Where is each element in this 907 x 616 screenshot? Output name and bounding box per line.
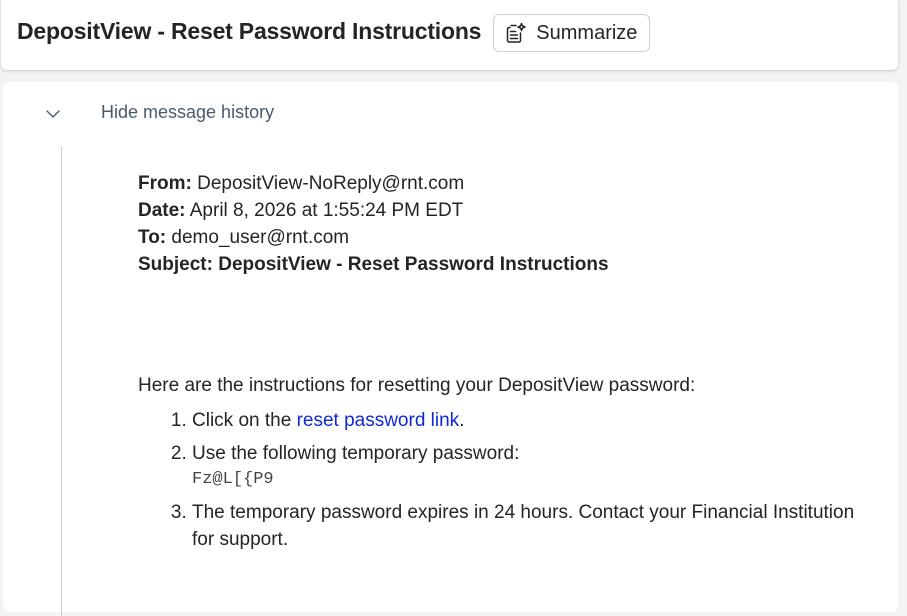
from-line: From: DepositView-NoReply@rnt.com	[138, 170, 858, 197]
chevron-down-icon	[43, 103, 63, 123]
list-item: Click on the reset password link.	[192, 407, 858, 434]
list-item: Use the following temporary password: Fz…	[192, 440, 858, 493]
from-label: From:	[138, 173, 192, 194]
step2-text: Use the following temporary password:	[192, 443, 520, 464]
intro-text: Here are the instructions for resetting …	[138, 375, 696, 396]
list-item: The temporary password expires in 24 hou…	[192, 499, 858, 553]
message-header: DepositView - Reset Password Instruction…	[1, 0, 898, 70]
sparkle-document-icon	[505, 22, 527, 44]
subject-value: DepositView - Reset Password Instruction…	[218, 254, 609, 275]
to-line: To: demo_user@rnt.com	[138, 224, 858, 251]
reset-password-link[interactable]: reset password link	[297, 410, 460, 431]
from-value: DepositView-NoReply@rnt.com	[197, 173, 465, 194]
date-line: Date: April 8, 2026 at 1:55:24 PM EDT	[138, 197, 858, 224]
date-value: April 8, 2026 at 1:55:24 PM EDT	[189, 200, 464, 221]
step1-suffix: .	[459, 410, 465, 431]
summarize-button[interactable]: Summarize	[493, 14, 651, 52]
to-label: To:	[138, 227, 167, 248]
hide-history-label: Hide message history	[101, 102, 275, 122]
quote-bar	[61, 146, 62, 616]
subject-label: Subject:	[138, 254, 213, 275]
message-body-card: Hide message history From: DepositView-N…	[3, 82, 898, 616]
date-label: Date:	[138, 200, 186, 221]
message-subject-title: DepositView - Reset Password Instruction…	[17, 17, 482, 44]
temporary-password-code: Fz@L[{P9	[192, 470, 274, 489]
step3-text: The temporary password expires in 24 hou…	[192, 502, 855, 550]
quoted-message: From: DepositView-NoReply@rnt.com Date: …	[138, 170, 858, 559]
summarize-label: Summarize	[536, 21, 638, 44]
instruction-list: Click on the reset password link. Use th…	[138, 407, 858, 553]
subject-line: Subject: DepositView - Reset Password In…	[138, 251, 858, 278]
hide-history-toggle[interactable]: Hide message history	[43, 102, 274, 123]
to-value: demo_user@rnt.com	[171, 227, 350, 248]
step1-prefix: Click on the	[192, 410, 292, 431]
